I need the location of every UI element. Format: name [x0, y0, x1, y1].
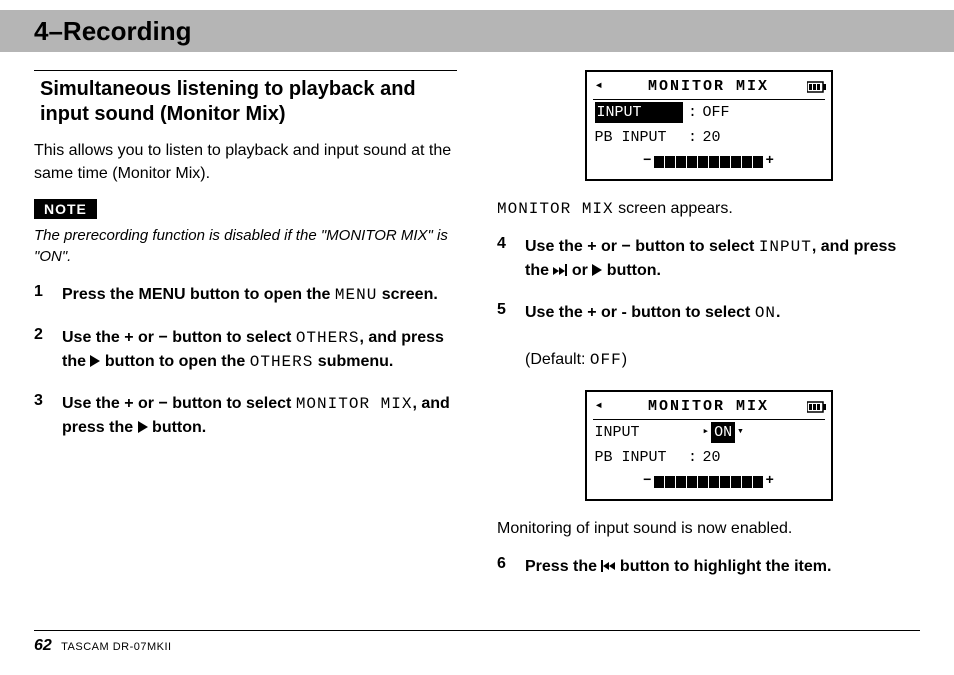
page-number: 62 — [34, 637, 52, 654]
steps-right-2: 6 Press the button to highlight the item… — [497, 555, 920, 578]
play-icon — [592, 264, 602, 276]
right-column: ◂ MONITOR MIX INPUT : OFF PB INPUT : 20 … — [497, 70, 920, 596]
arrow-right-icon: ▸ — [703, 425, 710, 440]
play-icon — [138, 421, 148, 433]
battery-icon — [807, 401, 827, 413]
lcd2-titlebar: ◂ MONITOR MIX — [593, 396, 825, 420]
fast-forward-icon — [553, 262, 567, 279]
battery-icon — [807, 81, 827, 93]
chapter-title: 4–Recording — [34, 16, 192, 47]
lcd1-meter: −+ — [593, 152, 825, 173]
note-block: NOTE The prerecording function is disabl… — [34, 199, 457, 267]
steps-right: 4 Use the + or − button to select INPUT,… — [497, 235, 920, 372]
section-heading: Simultaneous listening to playback and i… — [34, 70, 457, 127]
lcd2-caption: Monitoring of input sound is now enabled… — [497, 517, 920, 540]
lcd-screen-2: ◂ MONITOR MIX INPUT ▸ ON ▾ PB INPUT : 20 — [585, 390, 833, 501]
lcd-screen-1: ◂ MONITOR MIX INPUT : OFF PB INPUT : 20 … — [585, 70, 833, 181]
page-footer: 62 TASCAM DR-07MKII — [34, 630, 920, 655]
lcd1-row-input: INPUT : OFF — [593, 100, 825, 125]
back-icon: ◂ — [595, 397, 605, 417]
step-1: 1 Press the MENU button to open the MENU… — [34, 283, 457, 307]
play-icon — [90, 355, 100, 367]
step-2: 2 Use the + or − button to select OTHERS… — [34, 326, 457, 374]
lcd2-meter: −+ — [593, 472, 825, 493]
note-text: The prerecording function is disabled if… — [34, 225, 457, 267]
arrow-down-icon: ▾ — [737, 425, 744, 440]
steps-left: 1 Press the MENU button to open the MENU… — [34, 283, 457, 439]
model-name: TASCAM DR-07MKII — [61, 641, 171, 653]
lcd1-caption: MONITOR MIX screen appears. — [497, 197, 920, 221]
lcd1-titlebar: ◂ MONITOR MIX — [593, 76, 825, 100]
lcd2-row-pbinput: PB INPUT : 20 — [593, 445, 825, 470]
step-5: 5 Use the + or - button to select ON. (D… — [497, 301, 920, 373]
left-column: Simultaneous listening to playback and i… — [34, 70, 457, 596]
rewind-icon — [601, 558, 615, 575]
back-icon: ◂ — [595, 77, 605, 97]
note-label: NOTE — [34, 199, 97, 219]
lcd1-row-pbinput: PB INPUT : 20 — [593, 125, 825, 150]
step-3: 3 Use the + or − button to select MONITO… — [34, 392, 457, 439]
step-6: 6 Press the button to highlight the item… — [497, 555, 920, 578]
chapter-header: 4–Recording — [0, 10, 954, 52]
step-4: 4 Use the + or − button to select INPUT,… — [497, 235, 920, 282]
content-columns: Simultaneous listening to playback and i… — [34, 70, 920, 596]
lcd2-row-input: INPUT ▸ ON ▾ — [593, 420, 825, 445]
section-intro: This allows you to listen to playback an… — [34, 139, 457, 185]
